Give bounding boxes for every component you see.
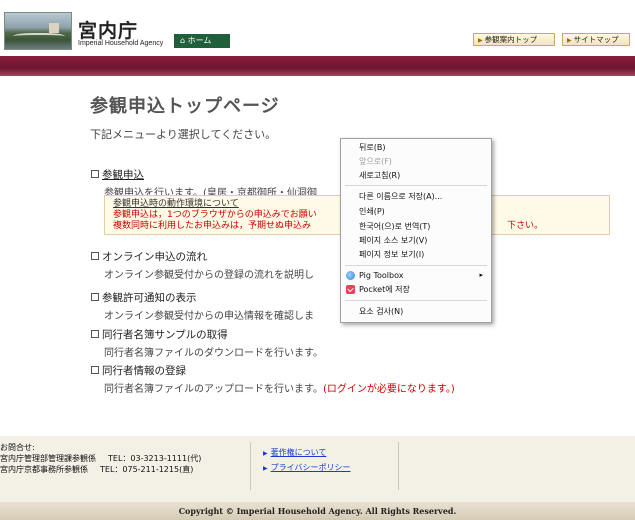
intro-text: 下記メニューより選択してください。 xyxy=(90,128,277,141)
copyright-policy-link[interactable]: 著作権について xyxy=(271,448,327,457)
sitemap-link[interactable]: ▶ サイトマップ xyxy=(562,33,630,46)
ctx-translate[interactable]: 한국어(으)로 번역(T) xyxy=(341,220,491,233)
footer-divider xyxy=(250,442,251,490)
site-name[interactable]: 宮内庁 xyxy=(78,16,138,43)
site-logo-photo[interactable] xyxy=(4,12,72,50)
notice-line-2-tail: 下さい。 xyxy=(507,221,544,231)
page-title: 参観申込トップページ xyxy=(90,96,280,117)
menu-desc-companion-register-text: 同行者名簿ファイルのアップロードを行います。 xyxy=(104,384,323,395)
checkbox-square-icon xyxy=(91,252,99,260)
ctx-pig-toolbox[interactable]: Pig Toolbox ▸ xyxy=(341,269,491,282)
arrow-right-icon: ▶ xyxy=(263,465,268,472)
menu-desc-companion-sample: 同行者名簿ファイルのダウンロードを行います。 xyxy=(104,348,323,359)
header-band xyxy=(0,56,635,76)
ctx-pig-toolbox-label: Pig Toolbox xyxy=(359,271,404,280)
ctx-reload[interactable]: 새로고침(R) xyxy=(341,169,491,182)
home-button-label: ホーム xyxy=(187,36,212,45)
footer-divider xyxy=(398,442,399,490)
menu-link-companion-sample[interactable]: 同行者名簿サンプルの取得 xyxy=(102,329,228,341)
menu-desc-companion-register: 同行者名簿ファイルのアップロードを行います。(ログインが必要になります。) xyxy=(104,380,455,395)
menu-link-online-flow[interactable]: オンライン申込の流れ xyxy=(102,251,207,263)
ctx-separator xyxy=(345,300,487,301)
pocket-icon xyxy=(346,285,355,294)
contact-dept-tokyo: 宮内庁管理部管理課参観係 xyxy=(0,454,96,463)
checkbox-square-icon xyxy=(91,293,99,301)
ctx-forward: 앞으로(F) xyxy=(359,157,392,166)
site-name-english: Imperial Household Agency xyxy=(78,40,164,47)
menu-link-application[interactable]: 参観申込 xyxy=(102,169,144,181)
browser-context-menu: 뒤로(B) 앞으로(F) 새로고침(R) 다른 이름으로 저장(A)... 인쇄… xyxy=(340,138,492,323)
contact-tel-tokyo: TEL：03-3213-1111(代) xyxy=(108,454,202,463)
checkbox-square-icon xyxy=(91,366,99,374)
menu-item-companion-sample: 同行者名簿サンプルの取得 同行者名簿ファイルのダウンロードを行います。 xyxy=(91,327,323,359)
visit-guide-top-link[interactable]: ▶ 参観案内トップ xyxy=(473,33,555,46)
menu-item-online-flow: オンライン申込の流れ オンライン参観受付からの登録の流れを説明し xyxy=(91,249,314,281)
sitemap-label: サイトマップ xyxy=(573,35,619,44)
footer-links: ▶ 著作権について ▶ プライバシーポリシー xyxy=(263,446,350,476)
footer-contact: お問合せ: 宮内庁管理部管理課参観係 TEL：03-3213-1111(代) 宮内… xyxy=(0,442,201,475)
home-icon: ⌂ xyxy=(180,36,186,45)
checkbox-square-icon xyxy=(91,170,99,178)
menu-desc-online-flow: オンライン参観受付からの登録の流れを説明し xyxy=(104,270,314,281)
visit-guide-top-label: 参観案内トップ xyxy=(484,35,538,44)
submenu-arrow-icon: ▸ xyxy=(479,271,483,279)
menu-item-companion-register: 同行者情報の登録 同行者名簿ファイルのアップロードを行います。(ログインが必要に… xyxy=(91,363,455,395)
home-button[interactable]: ⌂ ホーム xyxy=(174,34,230,48)
menu-desc-permit-notice-text: オンライン参観受付からの申込情報を確認しま xyxy=(104,311,314,322)
pig-toolbox-icon xyxy=(346,271,355,280)
tower-illustration xyxy=(49,23,59,33)
contact-tel-kyoto: TEL：075-211-1215(直) xyxy=(100,465,194,474)
ctx-back[interactable]: 뒤로(B) xyxy=(341,141,491,154)
bridge-illustration xyxy=(13,33,65,41)
copyright-bar: Copyright © Imperial Household Agency. A… xyxy=(0,502,635,520)
site-header: 宮内庁 Imperial Household Agency ⌂ ホーム ▶ 参観案… xyxy=(0,0,635,58)
contact-label: お問合せ: xyxy=(0,443,35,452)
contact-dept-kyoto: 宮内庁京都事務所参観係 xyxy=(0,465,88,474)
ctx-pocket-save[interactable]: Pocket에 저장 xyxy=(341,283,491,296)
ctx-pocket-save-label: Pocket에 저장 xyxy=(359,285,410,294)
ctx-inspect[interactable]: 요소 검사(N) xyxy=(341,305,491,318)
arrow-right-icon: ▶ xyxy=(567,37,572,44)
ctx-save-as[interactable]: 다른 이름으로 저장(A)... xyxy=(341,190,491,203)
ctx-separator xyxy=(345,265,487,266)
ctx-print[interactable]: 인쇄(P) xyxy=(341,205,491,218)
privacy-policy-link[interactable]: プライバシーポリシー xyxy=(271,463,351,472)
notice-line-2-text: 複数同時に利用したお申込みは，予期せぬ申込み xyxy=(113,221,312,231)
menu-link-companion-register[interactable]: 同行者情報の登録 xyxy=(102,365,186,377)
ctx-separator xyxy=(345,185,487,186)
ctx-view-source[interactable]: 페이지 소스 보기(V) xyxy=(341,234,491,247)
arrow-right-icon: ▶ xyxy=(478,37,483,44)
contact-row-tokyo: 宮内庁管理部管理課参観係 TEL：03-3213-1111(代) xyxy=(0,453,201,464)
site-footer: お問合せ: 宮内庁管理部管理課参観係 TEL：03-3213-1111(代) 宮内… xyxy=(0,436,635,502)
ctx-page-info[interactable]: 페이지 정보 보기(I) xyxy=(341,248,491,261)
menu-link-permit-notice[interactable]: 参観許可通知の表示 xyxy=(102,292,197,304)
login-required-note: (ログインが必要になります。) xyxy=(323,384,455,395)
arrow-right-icon: ▶ xyxy=(263,450,268,457)
contact-row-kyoto: 宮内庁京都事務所参観係 TEL：075-211-1215(直) xyxy=(0,464,201,475)
checkbox-square-icon xyxy=(91,330,99,338)
